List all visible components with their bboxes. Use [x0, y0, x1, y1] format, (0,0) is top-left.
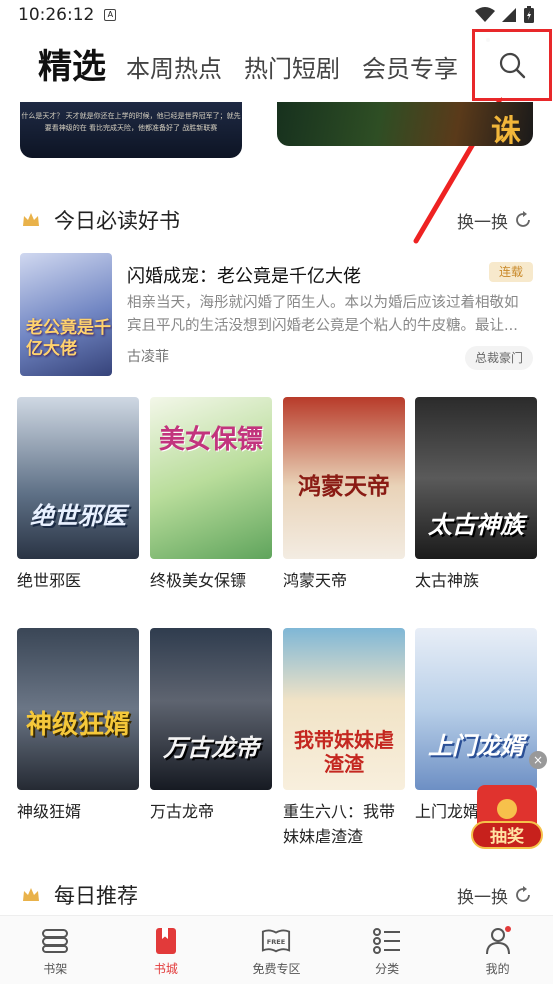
section-title: 今日必读好书	[54, 209, 180, 233]
featured-book-title[interactable]: 闪婚成宠：老公竟是千亿大佬	[127, 262, 361, 288]
featured-book-description: 相亲当天，海彤就闪婚了陌生人。本以为婚后应该过着相敬如宾且平凡的生活没想到闪婚老…	[127, 295, 519, 334]
battery-icon	[524, 6, 534, 23]
book-cover-text: 太古神族	[428, 511, 524, 539]
free-book-icon: FREE	[261, 926, 291, 956]
nav-bookshelf[interactable]: 书架	[0, 916, 111, 984]
nav-label: 书架	[43, 962, 68, 976]
nav-profile[interactable]: 我的	[442, 916, 553, 984]
crown-icon	[23, 213, 39, 226]
svg-text:FREE: FREE	[267, 938, 285, 946]
book-title: 重生六八：我带妹妹虐渣渣	[283, 802, 396, 846]
crown-icon	[23, 888, 39, 901]
book-cover: 绝世邪医	[17, 397, 139, 559]
bookshelf-icon	[40, 926, 70, 956]
book-title: 神级狂婿	[17, 802, 82, 821]
book-cover: 我带妹妹虐渣渣	[283, 628, 405, 790]
swap-label: 换一换	[457, 212, 508, 233]
tab-weekly-hot[interactable]: 本周热点	[126, 49, 222, 102]
lottery-button[interactable]: 抽奖	[471, 785, 543, 855]
book-card[interactable]: 绝世邪医 绝世邪医	[17, 397, 139, 593]
nav-free-zone[interactable]: FREE 免费专区	[221, 916, 332, 984]
nav-bookstore[interactable]: 书城	[111, 916, 222, 984]
tab-hot-shorts[interactable]: 热门短剧	[244, 49, 340, 102]
book-cover: 太古神族	[415, 397, 537, 559]
bottom-nav: 书架 书城 FREE 免费专区 分类 我的	[0, 915, 553, 984]
book-cover-text: 鸿蒙天帝	[298, 474, 390, 500]
book-card[interactable]: 万古龙帝 万古龙帝	[150, 628, 272, 824]
book-cover-text: 神级狂婿	[25, 710, 130, 740]
sim-indicator-icon: A	[104, 9, 117, 21]
featured-book-cover[interactable]: 老公竟是千亿大佬	[20, 253, 112, 376]
book-card[interactable]: 太古神族 太古神族	[415, 397, 537, 593]
notification-dot	[504, 926, 511, 932]
book-cover: 万古龙帝	[150, 628, 272, 790]
book-title: 终极美女保镖	[150, 571, 247, 590]
tab-featured[interactable]: 精选	[38, 39, 106, 102]
lottery-label: 抽奖	[471, 821, 543, 849]
book-title: 绝世邪医	[17, 571, 82, 590]
swap-label: 换一换	[457, 887, 508, 908]
nav-label: 书城	[153, 962, 178, 976]
book-cover-text: 上门龙婿	[428, 732, 524, 760]
bookstore-icon	[151, 926, 181, 956]
nav-label: 免费专区	[252, 962, 301, 976]
featured-book-author: 古凌菲	[127, 349, 169, 365]
banner-right[interactable]: 诛	[277, 102, 533, 146]
status-icons	[475, 6, 535, 24]
book-title: 万古龙帝	[150, 802, 215, 821]
signal-icon	[502, 8, 516, 22]
book-cover: 上门龙婿	[415, 628, 537, 790]
status-bar: 10:26:12 A	[0, 0, 553, 30]
book-cover: 神级狂婿	[17, 628, 139, 790]
banner-left-text: 什么是天才？ 天才就是你还在上学的时候，他已经是世界冠军了；就先要看神级的在 看…	[21, 112, 241, 132]
book-cover-text: 万古龙帝	[163, 734, 259, 762]
swap-button[interactable]: 换一换	[457, 208, 532, 233]
book-cover: 鸿蒙天帝	[283, 397, 405, 559]
nav-label: 分类	[375, 962, 400, 976]
book-card[interactable]: 鸿蒙天帝 鸿蒙天帝	[283, 397, 405, 593]
book-cover-text: 美女保镖	[158, 425, 263, 455]
profile-icon	[483, 926, 513, 956]
book-card[interactable]: 我带妹妹虐渣渣 重生六八：我带妹妹虐渣渣	[283, 628, 405, 849]
book-cover-text: 绝世邪医	[30, 502, 126, 530]
status-time: 10:26:12	[18, 5, 95, 25]
book-card[interactable]: 神级狂婿 神级狂婿	[17, 628, 139, 824]
featured-cover-text: 老公竟是千亿大佬	[26, 318, 111, 359]
book-title: 鸿蒙天帝	[283, 571, 348, 590]
refresh-icon	[516, 886, 530, 902]
book-title: 太古神族	[415, 571, 480, 590]
book-cover: 美女保镖	[150, 397, 272, 559]
book-card[interactable]: 美女保镖 终极美女保镖	[150, 397, 272, 593]
book-cover-text: 我带妹妹虐渣渣	[294, 728, 394, 776]
swap-button[interactable]: 换一换	[457, 883, 532, 908]
close-icon[interactable]: ×	[529, 751, 547, 769]
section-header-today: 今日必读好书 换一换	[22, 205, 532, 235]
search-button[interactable]	[472, 29, 552, 101]
featured-book-tag[interactable]: 总裁豪门	[465, 346, 533, 370]
nav-category[interactable]: 分类	[332, 916, 443, 984]
section-header-daily: 每日推荐 换一换	[22, 880, 532, 910]
status-badge: 连载	[489, 262, 533, 282]
nav-label: 我的	[485, 962, 510, 976]
top-tab-bar: 精选 本周热点 热门短剧 会员专享	[0, 32, 553, 102]
refresh-icon	[516, 211, 530, 227]
section-title: 每日推荐	[54, 884, 138, 908]
category-list-icon	[372, 926, 402, 956]
banner-right-glyph: 诛	[491, 114, 521, 146]
search-icon	[499, 52, 526, 79]
wifi-icon	[475, 7, 495, 22]
banner-left[interactable]: 什么是天才？ 天才就是你还在上学的时候，他已经是世界冠军了；就先要看神级的在 看…	[20, 102, 242, 158]
